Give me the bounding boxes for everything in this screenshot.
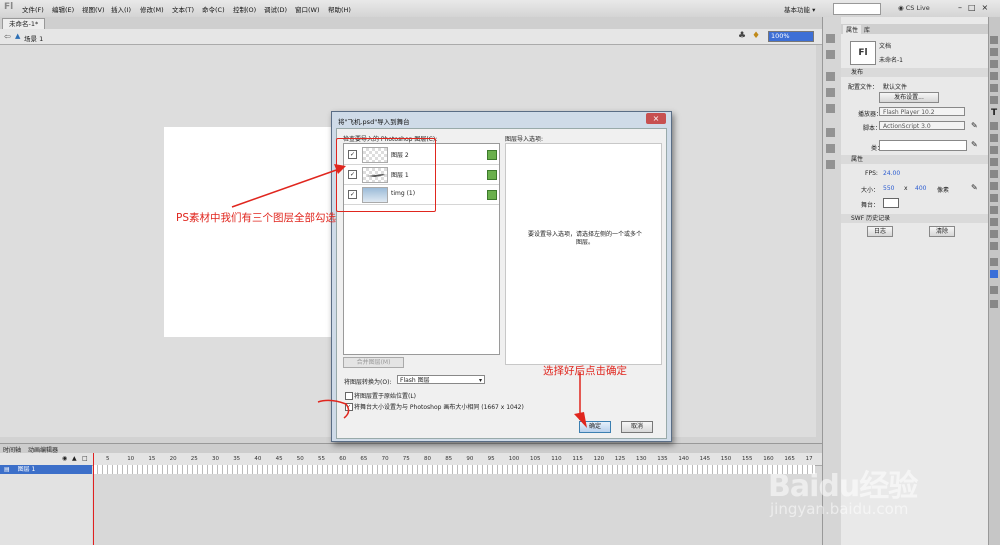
baidu-watermark: Baidu经验 jingyan.baidu.com <box>768 455 993 545</box>
baidu-jingyan-logo: Baidu经验 <box>768 469 918 504</box>
annotation-arrowhead-layers <box>334 164 346 174</box>
annotation-arrowhead-ok <box>574 412 587 428</box>
annotation-ok-note: 选择好后点击确定 <box>543 365 627 377</box>
annotation-layers-note: PS素材中我们有三个图层全部勾选 <box>176 212 336 224</box>
annotation-arrow-layers <box>231 167 343 208</box>
watermark-url: jingyan.baidu.com <box>770 500 909 518</box>
annotation-checkbox-circle <box>317 399 350 419</box>
